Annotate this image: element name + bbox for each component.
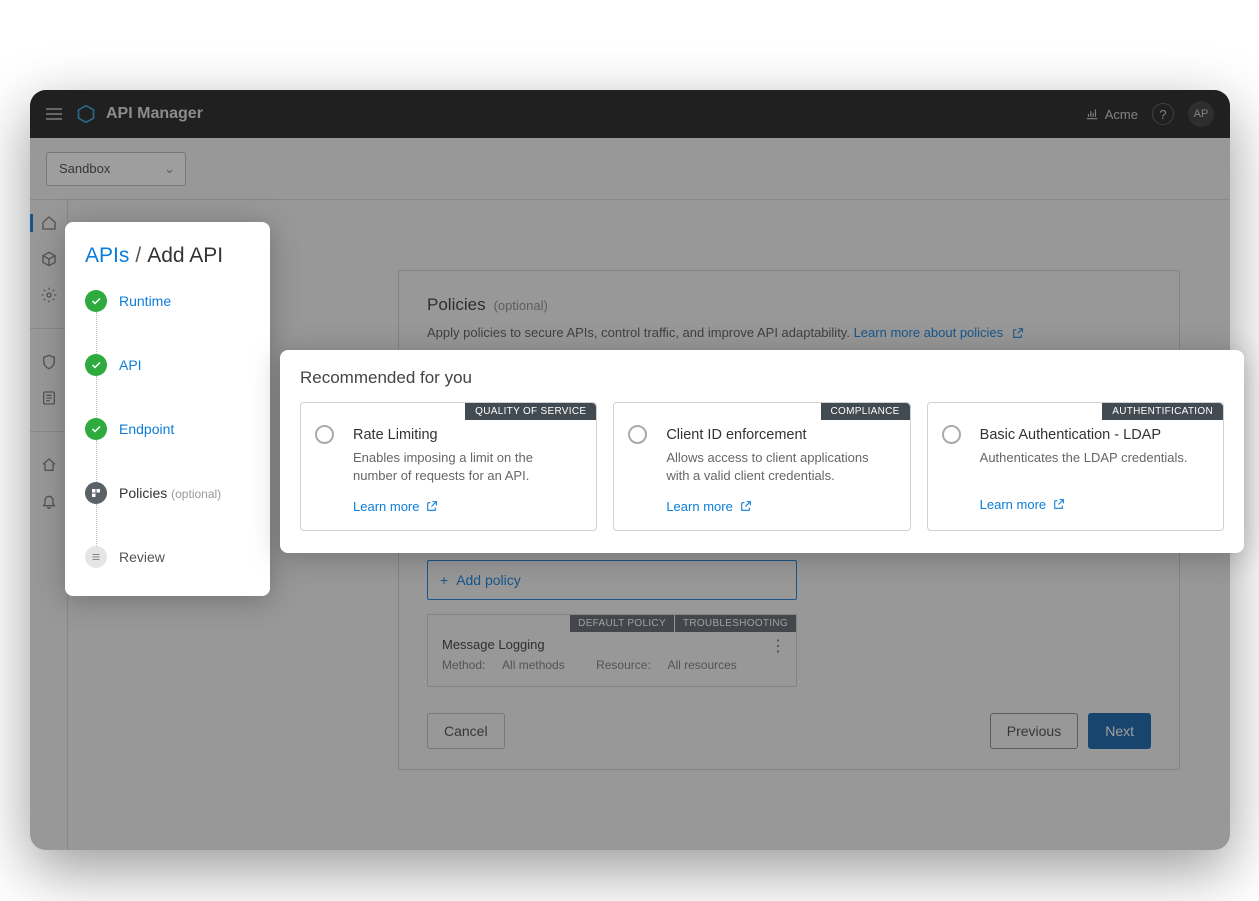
check-icon	[85, 354, 107, 376]
wizard-steps-card: APIs / Add API Runtime API Endpoint Poli…	[65, 222, 270, 596]
policy-title: Message Logging	[442, 637, 782, 652]
reco-client-id[interactable]: COMPLIANCE Client ID enforcement Allows …	[613, 402, 910, 531]
recommendations-heading: Recommended for you	[300, 368, 1224, 388]
previous-button[interactable]: Previous	[990, 713, 1078, 749]
rail-bell-icon[interactable]	[40, 492, 58, 510]
environment-select[interactable]: Sandbox ⌄	[46, 152, 186, 186]
reco-rate-limiting[interactable]: QUALITY OF SERVICE Rate Limiting Enables…	[300, 402, 597, 531]
avatar[interactable]: AP	[1188, 101, 1214, 127]
rail-script-icon[interactable]	[40, 389, 58, 407]
more-icon[interactable]: ⋮	[770, 643, 786, 651]
panel-title: Policies (optional)	[427, 295, 1151, 315]
policies-step-icon	[85, 482, 107, 504]
radio-icon[interactable]	[628, 425, 647, 444]
next-button[interactable]: Next	[1088, 713, 1151, 749]
learn-more-link[interactable]: Learn more	[666, 499, 893, 514]
cancel-button[interactable]: Cancel	[427, 713, 505, 749]
rail-gear-icon[interactable]	[40, 286, 58, 304]
env-toolbar: Sandbox ⌄	[30, 138, 1230, 200]
reco-basic-auth-ldap[interactable]: AUTHENTIFICATION Basic Authentication - …	[927, 402, 1224, 531]
org-name: Acme	[1105, 107, 1138, 122]
breadcrumb-root[interactable]: APIs	[85, 244, 129, 268]
panel-description: Apply policies to secure APIs, control t…	[427, 325, 1151, 340]
radio-icon[interactable]	[942, 425, 961, 444]
review-step-icon	[85, 546, 107, 568]
breadcrumb-current: Add API	[147, 244, 223, 268]
reco-desc: Authenticates the LDAP credentials.	[980, 449, 1207, 483]
step-endpoint[interactable]: Endpoint	[85, 418, 250, 440]
check-icon	[85, 418, 107, 440]
check-icon	[85, 290, 107, 312]
reco-title: Rate Limiting	[353, 427, 580, 443]
help-icon[interactable]: ?	[1152, 103, 1174, 125]
step-api[interactable]: API	[85, 354, 250, 376]
rail-home2-icon[interactable]	[40, 456, 58, 474]
topbar: API Manager Acme ? AP	[30, 90, 1230, 138]
reco-desc: Enables imposing a limit on the number o…	[353, 449, 580, 485]
learn-about-policies-link[interactable]: Learn more about policies	[854, 325, 1024, 340]
add-policy-button[interactable]: + Add policy	[427, 560, 797, 600]
policy-tag: TROUBLESHOOTING	[675, 615, 796, 632]
app-title: API Manager	[106, 105, 203, 123]
step-runtime[interactable]: Runtime	[85, 290, 250, 312]
plus-icon: +	[440, 572, 448, 588]
menu-icon[interactable]	[46, 108, 62, 120]
rail-shield-icon[interactable]	[40, 353, 58, 371]
step-review[interactable]: Review	[85, 546, 250, 568]
reco-tag: COMPLIANCE	[821, 403, 910, 420]
org-switcher[interactable]: Acme	[1085, 107, 1138, 122]
environment-value: Sandbox	[59, 161, 110, 176]
breadcrumb: APIs / Add API	[85, 244, 250, 268]
recommendations-panel: Recommended for you QUALITY OF SERVICE R…	[280, 350, 1244, 553]
reco-title: Basic Authentication - LDAP	[980, 427, 1207, 443]
chevron-down-icon: ⌄	[164, 161, 175, 177]
policy-tag: DEFAULT POLICY	[570, 615, 674, 632]
existing-policy-card[interactable]: DEFAULT POLICY TROUBLESHOOTING ⋮ Message…	[427, 614, 797, 687]
logo-icon	[76, 104, 96, 124]
reco-title: Client ID enforcement	[666, 427, 893, 443]
rail-cube-icon[interactable]	[40, 250, 58, 268]
reco-tag: AUTHENTIFICATION	[1102, 403, 1223, 420]
reco-tag: QUALITY OF SERVICE	[465, 403, 596, 420]
radio-icon[interactable]	[315, 425, 334, 444]
learn-more-link[interactable]: Learn more	[353, 499, 580, 514]
step-policies[interactable]: Policies (optional)	[85, 482, 250, 504]
rail-home-icon[interactable]	[40, 214, 58, 232]
nav-rail	[30, 200, 68, 850]
learn-more-link[interactable]: Learn more	[980, 497, 1207, 512]
reco-desc: Allows access to client applications wit…	[666, 449, 893, 485]
